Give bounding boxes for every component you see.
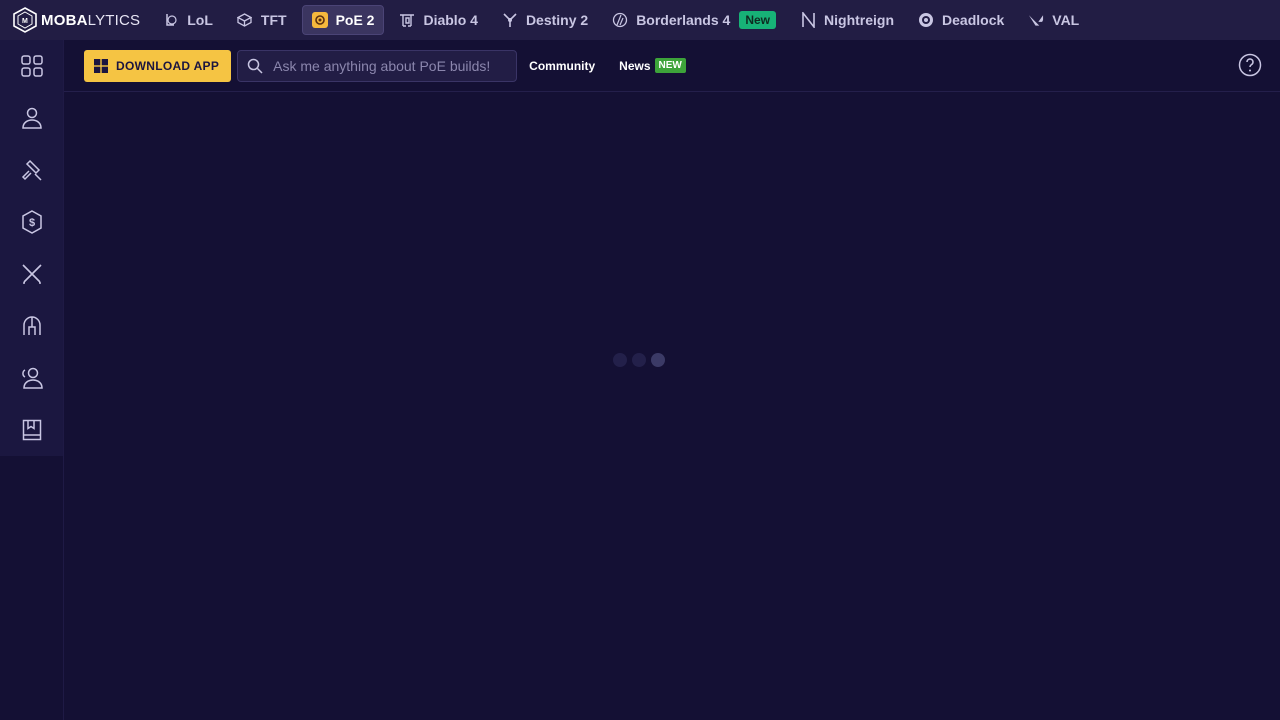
nightreign-icon [800,12,816,28]
crossed-swords-icon [21,264,42,284]
logo-text-bold: MOBA [41,11,88,29]
game-tab-valorant[interactable]: VAL [1019,5,1088,35]
help-icon [1238,53,1262,77]
currency-icon: $ [21,210,42,234]
valorant-icon [1028,12,1044,28]
game-tab-label: TFT [260,12,287,28]
sidebar-item-profile[interactable] [0,92,63,144]
game-tab-label: Destiny 2 [525,12,589,28]
mobalytics-logo-icon: M [13,7,37,33]
sidebar-item-combat[interactable] [0,248,63,300]
game-tab-label: LoL [187,12,213,28]
mobalytics-logo[interactable]: M MOBA LYTICS [0,0,154,40]
loading-dot [651,353,665,367]
loading-indicator [613,353,670,367]
sidebar-item-home[interactable] [0,40,63,92]
news-link[interactable]: News NEW [619,58,686,73]
game-tab-lol[interactable]: LoL [154,5,222,35]
community-icon [21,367,43,389]
news-new-badge: NEW [654,58,686,73]
news-link-label: News [619,58,651,73]
community-link-label: Community [529,58,596,73]
borderlands-icon [612,12,628,28]
search-icon [247,58,263,74]
search-box[interactable] [237,49,518,82]
new-badge: New [739,11,777,29]
help-button[interactable] [1238,53,1262,82]
poe2-icon [311,12,328,28]
download-app-button[interactable]: DOWNLOAD APP [84,49,232,82]
diablo-icon [399,12,415,28]
deadlock-icon [918,12,934,28]
game-tab-label: VAL [1052,12,1080,28]
search-input[interactable] [273,57,504,74]
game-tab-nightreign[interactable]: Nightreign [791,5,903,35]
community-link[interactable]: Community [529,59,595,73]
svg-text:$: $ [28,217,34,229]
profile-icon [21,107,42,129]
game-tab-label: Borderlands 4 [636,12,731,28]
loading-dot [632,353,646,367]
svg-text:M: M [22,18,28,25]
lol-icon [163,12,179,28]
game-tab-label: Nightreign [824,12,895,28]
game-tabs: LoL TFT PoE 2 Diablo 4 Destiny 2 Borderl… [154,0,1094,40]
sidebar-item-gear[interactable] [0,300,63,352]
game-tab-label: PoE 2 [335,12,375,28]
game-tab-label: Diablo 4 [423,12,478,28]
game-tab-label: Deadlock [942,12,1005,28]
loading-dot [613,353,627,367]
poe2-subnav: DOWNLOAD APP Community News NEW [64,40,1280,92]
sidebar-item-builds[interactable] [0,144,63,196]
download-app-label: DOWNLOAD APP [116,58,220,73]
game-tab-tft[interactable]: TFT [228,5,296,35]
logo-text-light: LYTICS [87,11,141,29]
guides-book-icon [22,419,41,441]
game-tab-poe2[interactable]: PoE 2 [301,5,385,35]
sidebar-item-currency[interactable]: $ [0,196,63,248]
builds-hammer-icon [21,159,42,181]
sidebar-item-community[interactable] [0,352,63,404]
left-sidebar: $ [0,40,63,456]
game-tab-diablo4[interactable]: Diablo 4 [390,5,486,35]
windows-icon [94,58,108,73]
tft-icon [237,12,253,28]
grid-icon [20,55,43,77]
game-tab-deadlock[interactable]: Deadlock [909,5,1013,35]
destiny-icon [502,12,518,28]
helmet-icon [22,316,41,335]
game-tab-borderlands4[interactable]: Borderlands 4 New [603,5,785,35]
sidebar-item-guides[interactable] [0,404,63,456]
game-navigation-bar: M MOBA LYTICS LoL TFT PoE 2 Diablo 4 Des… [0,0,1280,40]
sidebar-divider [63,40,64,720]
game-tab-destiny2[interactable]: Destiny 2 [493,5,597,35]
